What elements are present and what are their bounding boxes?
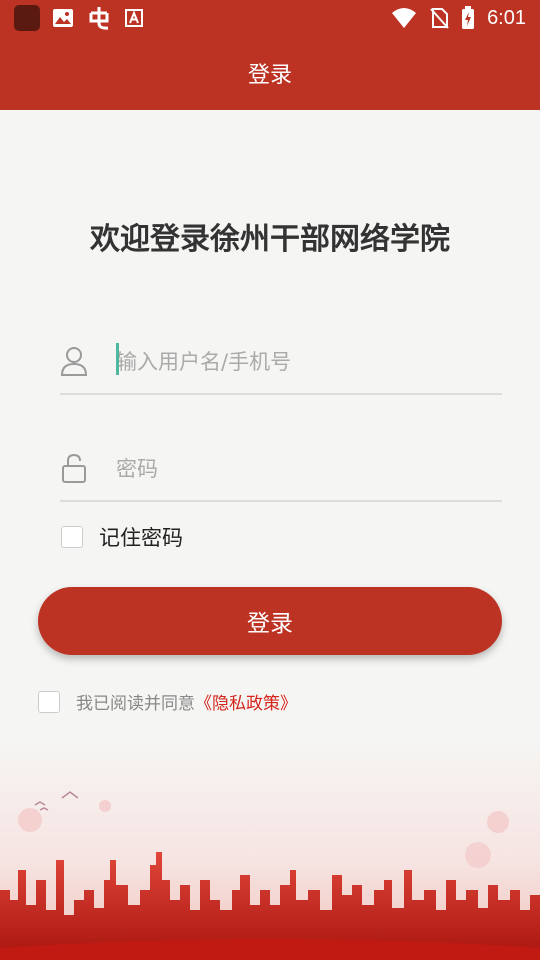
agree-checkbox[interactable] — [38, 690, 60, 713]
battery-icon — [462, 6, 475, 29]
page-title: 登录 — [247, 63, 292, 88]
app-icon — [14, 5, 40, 31]
text-caret — [116, 343, 119, 375]
welcome-title: 欢迎登录徐州干部网络学院 — [90, 222, 450, 257]
bug-icon — [89, 7, 109, 30]
no-sim-icon — [430, 8, 449, 29]
status-time: 6:01 — [487, 6, 526, 29]
image-icon — [53, 9, 73, 27]
username-field[interactable] — [60, 335, 502, 395]
password-field[interactable] — [60, 442, 502, 502]
wifi-icon — [392, 8, 417, 28]
agree-text: 我已阅读并同意 — [76, 694, 195, 714]
status-bar: 6:01 — [0, 0, 540, 36]
remember-label: 记住密码 — [99, 526, 183, 550]
city-skyline-illustration — [0, 740, 540, 960]
privacy-policy-link[interactable]: 《隐私政策》 — [195, 694, 297, 714]
status-left — [14, 5, 144, 31]
privacy-agreement[interactable]: 我已阅读并同意《隐私政策》 — [38, 689, 297, 714]
status-right: 6:01 — [391, 6, 526, 30]
a-icon — [125, 9, 143, 27]
user-icon — [60, 347, 88, 376]
remember-checkbox[interactable] — [61, 526, 83, 548]
username-input[interactable] — [116, 341, 496, 383]
password-input[interactable] — [116, 448, 496, 490]
login-button[interactable]: 登录 — [38, 587, 502, 655]
remember-password[interactable]: 记住密码 — [61, 522, 183, 552]
app-bar: 登录 — [0, 36, 540, 110]
lock-icon — [62, 453, 86, 483]
